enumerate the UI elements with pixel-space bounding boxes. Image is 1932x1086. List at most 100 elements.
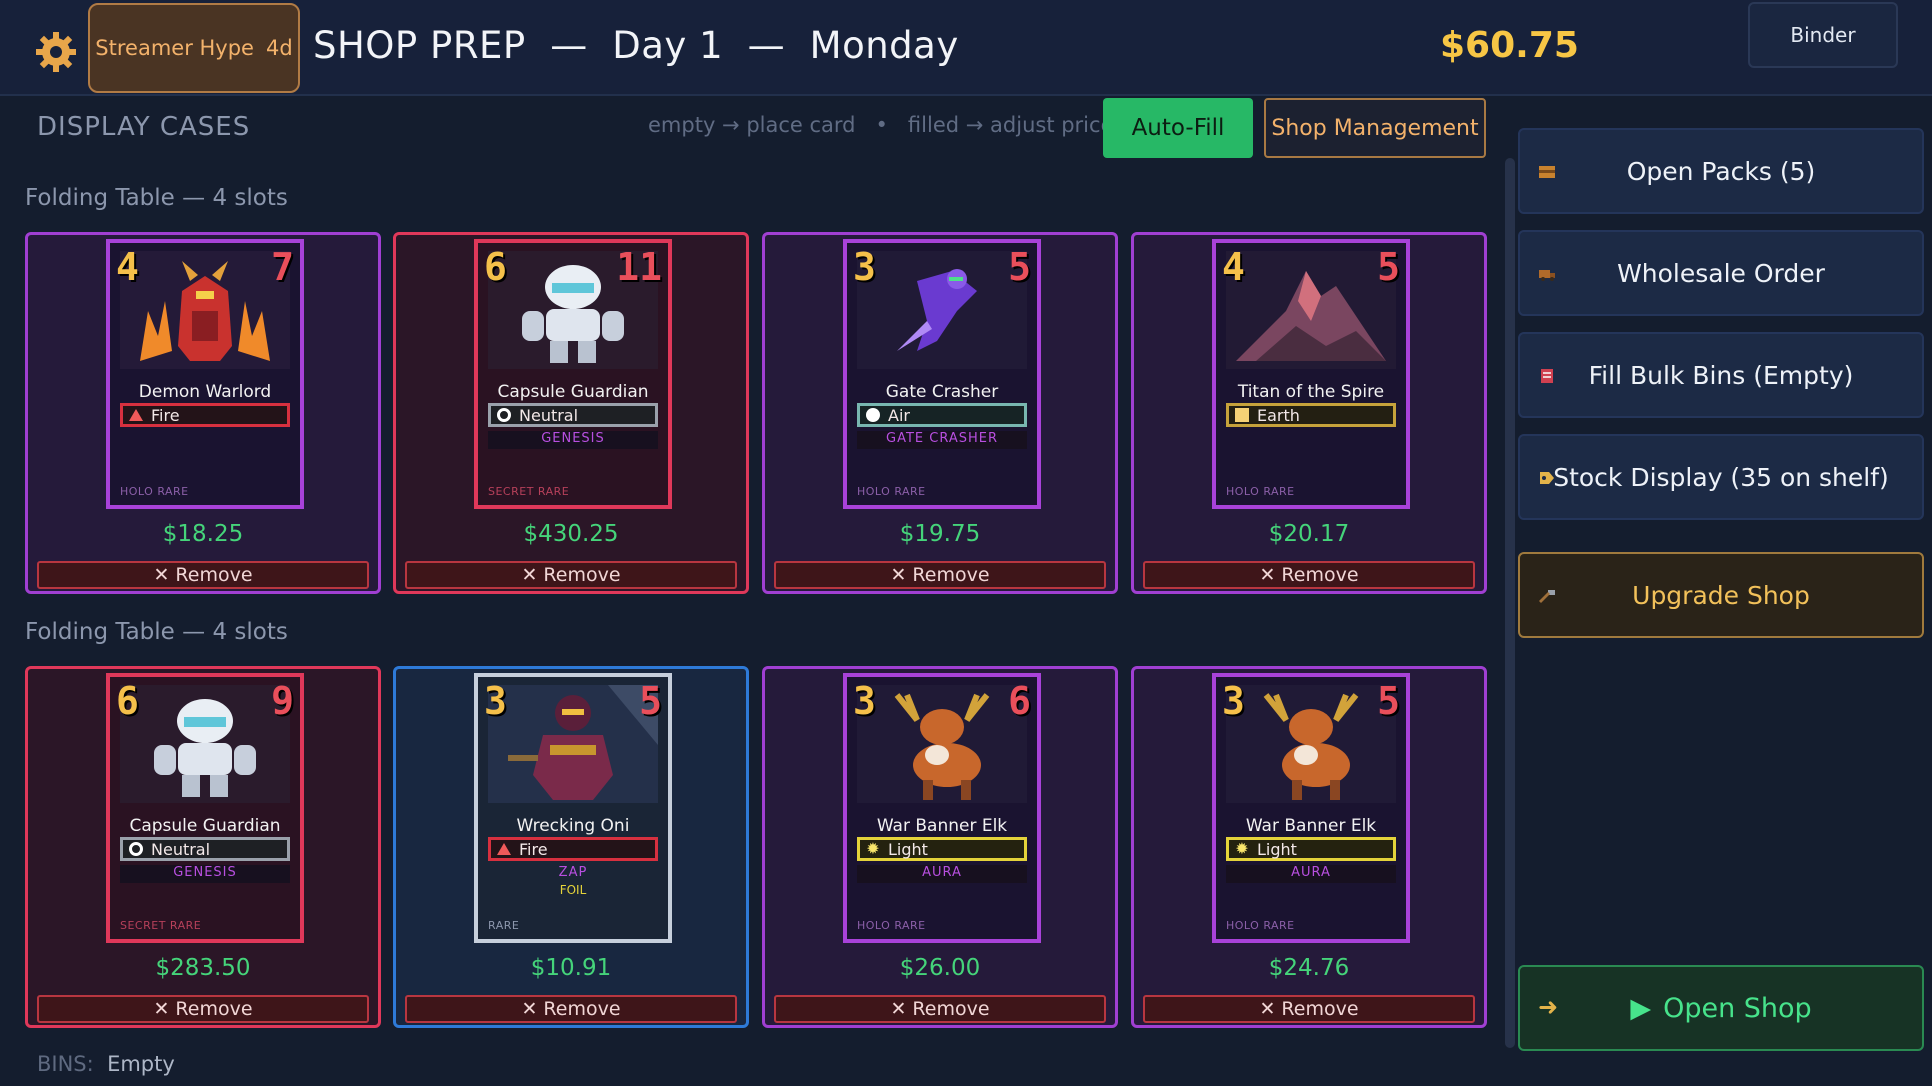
card-name: Capsule Guardian <box>129 816 281 836</box>
display-slot[interactable]: 3 6 War Banner Elk ✹ Light AURA HOLO RARE… <box>762 666 1118 1028</box>
streamer-hype-badge[interactable]: Streamer Hype 4d <box>88 3 300 93</box>
card-art <box>857 251 1027 369</box>
display-slot[interactable]: 4 7 Demon Warlord Fire HOLO RARE $18.25 … <box>25 232 381 594</box>
element-label: Neutral <box>151 839 211 859</box>
card-art <box>1226 251 1396 369</box>
open-shop-button[interactable]: ➜ ▶ Open Shop <box>1518 965 1924 1051</box>
element-label: Light <box>1257 839 1297 859</box>
card-price[interactable]: $24.76 <box>1134 955 1484 981</box>
remove-button[interactable]: ✕ Remove <box>774 995 1106 1023</box>
card[interactable]: 6 9 Capsule Guardian Neutral GENESIS SEC… <box>106 673 304 943</box>
display-slot[interactable]: 6 11 Capsule Guardian Neutral GENESIS SE… <box>393 232 749 594</box>
remove-button[interactable]: ✕ Remove <box>1143 561 1475 589</box>
fill-bulk-bins-button[interactable]: Fill Bulk Bins (Empty) <box>1518 332 1924 418</box>
display-slot[interactable]: 3 5 Wrecking Oni Fire ZAP FOIL RARE $10.… <box>393 666 749 1028</box>
remove-button[interactable]: ✕ Remove <box>1143 995 1475 1023</box>
remove-button[interactable]: ✕ Remove <box>37 561 369 589</box>
neutral-icon <box>129 842 143 856</box>
card-rarity: HOLO RARE <box>1226 485 1295 498</box>
card-rarity: SECRET RARE <box>120 919 202 932</box>
card-price[interactable]: $18.25 <box>28 521 378 547</box>
remove-button[interactable]: ✕ Remove <box>405 995 737 1023</box>
card-set: GENESIS <box>488 431 658 449</box>
card-name: Capsule Guardian <box>497 382 649 402</box>
card-price[interactable]: $20.17 <box>1134 521 1484 547</box>
remove-button[interactable]: ✕ Remove <box>37 995 369 1023</box>
card-cost: 3 <box>853 679 876 723</box>
card[interactable]: 3 5 Gate Crasher Air GATE CRASHER HOLO R… <box>843 239 1041 509</box>
earth-icon <box>1235 408 1249 422</box>
card[interactable]: 3 5 War Banner Elk ✹ Light AURA HOLO RARE <box>1212 673 1410 943</box>
card-element: Air <box>857 403 1027 427</box>
element-label: Fire <box>151 405 180 425</box>
card-power: 5 <box>1008 245 1031 289</box>
binder-button[interactable]: Binder <box>1748 2 1898 68</box>
display-slot[interactable]: 4 5 Titan of the Spire Earth HOLO RARE $… <box>1131 232 1487 594</box>
open-shop-label: Open Shop <box>1663 992 1812 1024</box>
card[interactable]: 3 6 War Banner Elk ✹ Light AURA HOLO RARE <box>843 673 1041 943</box>
card-rarity: RARE <box>488 919 520 932</box>
open-packs-button[interactable]: Open Packs (5) <box>1518 128 1924 214</box>
card-art <box>1226 685 1396 803</box>
remove-label: Remove <box>543 564 621 586</box>
wholesale-order-button[interactable]: Wholesale Order <box>1518 230 1924 316</box>
air-icon <box>866 408 880 422</box>
card-art <box>120 685 290 803</box>
stock-display-button[interactable]: Stock Display (35 on shelf) <box>1518 434 1924 520</box>
card[interactable]: 4 5 Titan of the Spire Earth HOLO RARE <box>1212 239 1410 509</box>
card-price[interactable]: $19.75 <box>765 521 1115 547</box>
auto-fill-button[interactable]: Auto-Fill <box>1103 98 1253 158</box>
card-element: ✹ Light <box>857 837 1027 861</box>
remove-label: Remove <box>912 564 990 586</box>
card-name: Gate Crasher <box>885 382 999 402</box>
close-icon: ✕ <box>1259 998 1276 1020</box>
card-rarity: HOLO RARE <box>1226 919 1295 932</box>
display-slot[interactable]: 6 9 Capsule Guardian Neutral GENESIS SEC… <box>25 666 381 1028</box>
remove-label: Remove <box>175 998 253 1020</box>
card-art <box>120 251 290 369</box>
card-price[interactable]: $430.25 <box>396 521 746 547</box>
card-element: Fire <box>488 837 658 861</box>
card-foil: FOIL <box>559 883 587 897</box>
card[interactable]: 3 5 Wrecking Oni Fire ZAP FOIL RARE <box>474 673 672 943</box>
display-slot[interactable]: 3 5 War Banner Elk ✹ Light AURA HOLO RARE… <box>1131 666 1487 1028</box>
card-power: 9 <box>271 679 294 723</box>
element-label: Fire <box>519 839 548 859</box>
tag-icon <box>1540 472 1554 484</box>
card-cost: 4 <box>116 245 139 289</box>
remove-label: Remove <box>1281 998 1359 1020</box>
card-power: 5 <box>1377 679 1400 723</box>
pack-icon <box>1539 166 1555 178</box>
shop-prep-screen: Streamer Hype 4d SHOP PREP — Day 1 — Mon… <box>0 0 1932 1086</box>
close-icon: ✕ <box>153 998 170 1020</box>
gear-icon[interactable] <box>34 30 78 74</box>
card-cost: 4 <box>1222 245 1245 289</box>
card-set: GATE CRASHER <box>857 431 1027 449</box>
upgrade-shop-button[interactable]: Upgrade Shop <box>1518 552 1924 638</box>
stock-display-label: Stock Display (35 on shelf) <box>1553 462 1889 492</box>
card-power: 5 <box>639 679 662 723</box>
card[interactable]: 6 11 Capsule Guardian Neutral GENESIS SE… <box>474 239 672 509</box>
shop-management-button[interactable]: Shop Management <box>1264 98 1486 158</box>
close-icon: ✕ <box>153 564 170 586</box>
arrow-right-icon: ➜ <box>1538 993 1559 1021</box>
card-name: War Banner Elk <box>876 816 1008 836</box>
card-price[interactable]: $10.91 <box>396 955 746 981</box>
card-power: 7 <box>271 245 294 289</box>
page-title: SHOP PREP — Day 1 — Monday <box>313 24 959 67</box>
hype-label: Streamer Hype <box>95 36 254 60</box>
remove-button[interactable]: ✕ Remove <box>774 561 1106 589</box>
display-slot[interactable]: 3 5 Gate Crasher Air GATE CRASHER HOLO R… <box>762 232 1118 594</box>
remove-button[interactable]: ✕ Remove <box>405 561 737 589</box>
scrollbar[interactable] <box>1505 158 1515 1048</box>
fire-icon <box>497 843 511 855</box>
element-label: Light <box>888 839 928 859</box>
card-price[interactable]: $283.50 <box>28 955 378 981</box>
card[interactable]: 4 7 Demon Warlord Fire HOLO RARE <box>106 239 304 509</box>
card-power: 6 <box>1008 679 1031 723</box>
card-price[interactable]: $26.00 <box>765 955 1115 981</box>
fire-icon <box>129 409 143 421</box>
bins-status: BINS: Empty <box>37 1052 175 1076</box>
card-cost: 3 <box>853 245 876 289</box>
card-name: Titan of the Spire <box>1237 382 1385 402</box>
